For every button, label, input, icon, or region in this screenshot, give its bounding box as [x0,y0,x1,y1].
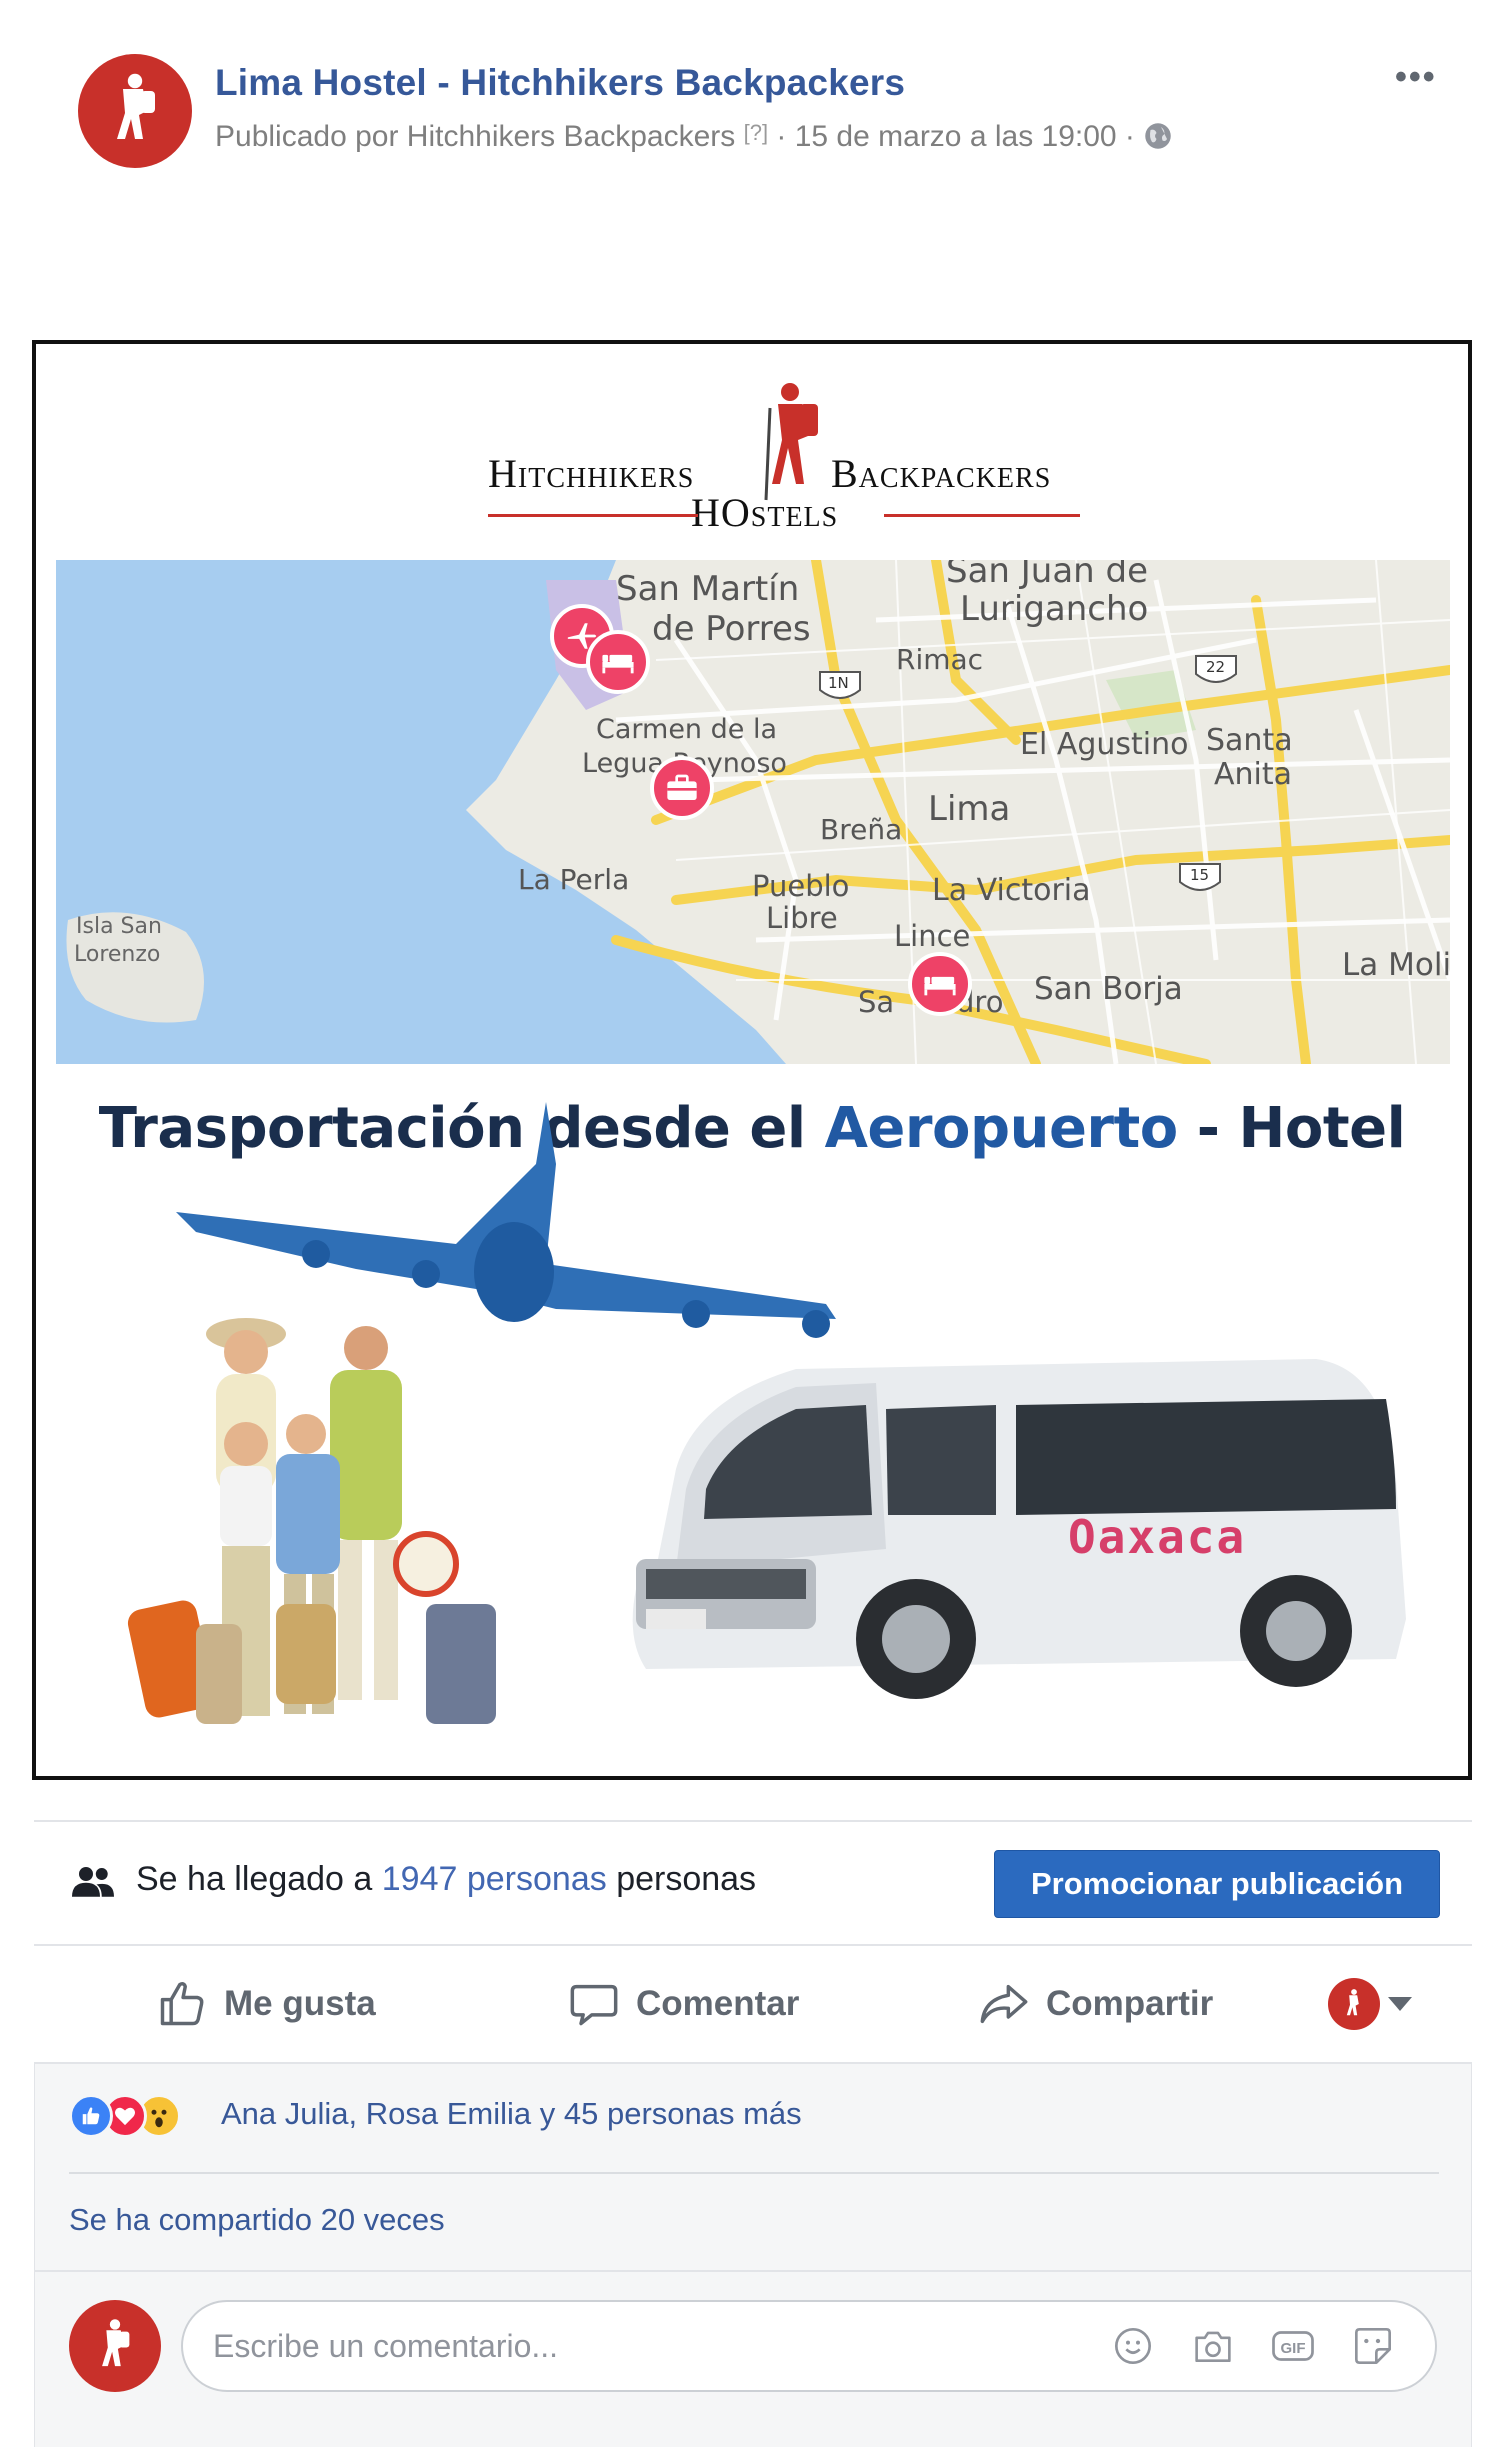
page-name-link[interactable]: Lima Hostel - Hitchhikers Backpackers [215,62,905,104]
page-avatar[interactable] [78,54,192,168]
map-label-anita: Anita [1214,757,1293,792]
act-as-selector[interactable] [1328,1978,1412,2030]
post-image[interactable]: Hitchhikers Backpackers HOstels San Mart… [32,340,1472,1780]
map-label-pueblo: Pueblo [752,869,850,903]
hiker-icon [117,73,155,139]
info-marker[interactable]: [?] [744,120,768,145]
map-label-carmen: Carmen de la [596,714,778,745]
brand-logo: Hitchhikers Backpackers HOstels [446,374,1106,535]
hiker-icon [1346,1989,1359,2016]
map-label-brena: Breña [820,813,903,846]
logo-text-left: Hitchhikers [488,451,695,496]
map-label-isla: Isla San [76,914,162,939]
more-options-button[interactable]: ••• [1395,58,1437,97]
sticker-icon[interactable] [1351,2324,1395,2368]
reach-summary: Se ha llegado a 1947 personas personas [136,1860,756,1899]
comment-input[interactable]: Escribe un comentario... GIF [181,2300,1437,2392]
comment-button[interactable]: Comentar [568,1978,799,2030]
map-label-san-isidro-a: Sa [858,985,895,1019]
reach-suffix: personas [616,1860,757,1898]
briefcase-icon [667,774,697,800]
post-meta: Publicado por Hitchhikers Backpackers [?… [215,120,1173,154]
reach-people-link[interactable]: personas [467,1860,607,1898]
like-reaction-icon[interactable] [69,2094,113,2138]
map-label-la-victoria: La Victoria [932,873,1091,908]
hostel-pin-2[interactable] [908,952,972,1016]
shares-count-link[interactable]: Se ha compartido 20 veces [69,2202,445,2238]
map-label-lince: Lince [894,919,971,953]
share-button[interactable]: Compartir [978,1978,1213,2030]
promote-post-button[interactable]: Promocionar publicación [994,1850,1440,1918]
act-as-avatar [1328,1978,1380,2030]
map-label-san-martin: San Martín [616,569,800,609]
bed-icon [924,976,956,996]
commenter-avatar[interactable] [69,2300,161,2392]
family-travelers-illustration [127,1318,496,1724]
logo-text-sub: HOstels [691,490,839,535]
reactors-link[interactable]: Ana Julia, Rosa Emilia y 45 personas más [221,2096,802,2132]
shield-label-15: 15 [1190,866,1210,884]
map-label-san-juan: San Juan de [946,560,1149,591]
published-by[interactable]: Publicado por Hitchhikers Backpackers [215,120,735,153]
map-label-la-molina: La Moli [1342,947,1450,983]
share-label: Compartir [1046,1984,1214,2023]
comment-divider [35,2270,1471,2272]
hiker-icon [102,2319,130,2367]
globe-icon [1145,123,1172,149]
shield-label-1n: 1N [828,674,849,692]
thumbs-up-icon [160,1982,204,2026]
emoji-icon[interactable] [1111,2324,1155,2368]
camera-icon[interactable] [1191,2324,1235,2368]
reach-bar: Se ha llegado a 1947 personas personas P… [34,1820,1472,1946]
like-button[interactable]: Me gusta [156,1978,376,2030]
post-date[interactable]: · 15 de marzo a las 19:00 · [776,120,1135,153]
map-label-agustino: El Agustino [1020,727,1189,762]
reach-count-link[interactable]: 1947 [382,1860,458,1898]
comment-placeholder: Escribe un comentario... [213,2328,559,2364]
feedback-area: Ana Julia, Rosa Emilia y 45 personas más… [34,2064,1472,2447]
passenger-van-illustration [632,1359,1406,1699]
business-pin[interactable] [650,756,714,820]
gif-icon[interactable]: GIF [1271,2324,1315,2368]
speech-bubble-icon [570,1984,618,2026]
logo-text-right: Backpackers [831,451,1052,496]
like-label: Me gusta [224,1984,376,2023]
map-label-santa: Santa [1206,723,1293,758]
caret-down-icon [1388,1997,1412,2011]
action-bar: Me gusta Comentar Compartir [34,1946,1472,2064]
headline-part-3: - Hotel [1177,1096,1406,1161]
svg-text:GIF: GIF [1281,2340,1306,2357]
area-map: San Martín de Porres San Juan de Lurigan… [56,560,1450,1064]
map-label-san-borja: San Borja [1034,971,1183,1007]
backpacker-logo-icon [764,383,818,501]
logo-rule-left [488,514,698,517]
bed-icon [602,654,634,674]
van-brand-text: Oaxaca [1068,1510,1247,1564]
logo-rule-right [884,514,1080,517]
map-label-rimac: Rimac [896,643,984,676]
map-label-lorenzo: Lorenzo [74,942,161,967]
map-label-la-perla: La Perla [518,863,630,896]
map-label-lima: Lima [928,789,1011,829]
feedback-divider [69,2172,1439,2174]
map-label-lurigancho: Lurigancho [960,589,1149,629]
hostel-pin-1[interactable] [586,630,650,694]
shield-label-22: 22 [1206,658,1226,676]
reach-prefix: Se ha llegado a [136,1860,382,1898]
map-label-libre: Libre [766,901,838,935]
share-arrow-icon [980,1984,1028,2024]
comment-label: Comentar [636,1984,800,2023]
people-icon [72,1867,114,1897]
map-label-de-porres: de Porres [652,609,811,649]
